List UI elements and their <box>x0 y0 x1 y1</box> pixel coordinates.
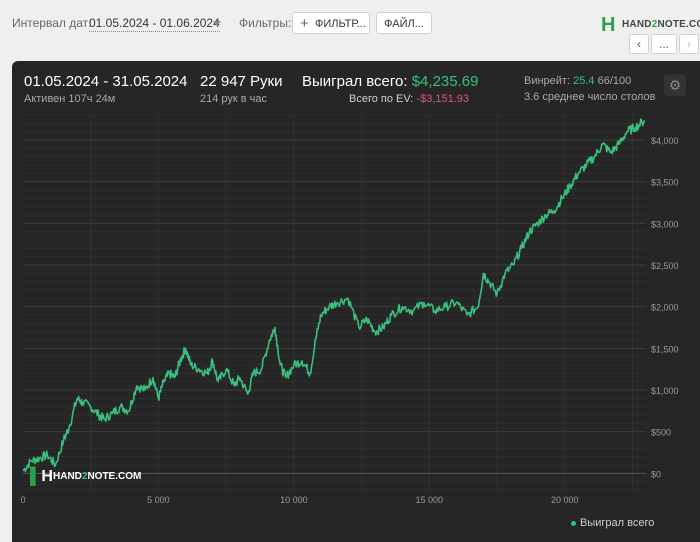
date-range-picker[interactable]: 01.05.2024 - 01.06.2024 <box>89 16 220 32</box>
watermark-text: HAND2NOTE.COM <box>53 471 142 482</box>
profit-chart: $0 $500 $1,000 $1,500 $2,000 $2,500 $3,000 $3,5… <box>20 114 679 505</box>
active-time: Активен 107ч 24м <box>24 93 116 105</box>
y-tick-label: $1,000 <box>651 386 679 396</box>
hands-per-hour: 214 рук в час <box>200 93 268 105</box>
hands-count: 22 947 Руки <box>200 73 283 90</box>
more-label: ... <box>658 37 669 51</box>
filters-label: Фильтры: <box>239 16 292 30</box>
avg-tables: 3.6 среднее число столов <box>524 91 656 103</box>
chevron-left-icon: ‹ <box>637 37 641 51</box>
chart-legend: Выиграл всего <box>571 517 654 529</box>
files-button[interactable]: ФАЙЛ... <box>376 12 432 34</box>
x-tick-label: 20 000 <box>551 495 579 505</box>
y-tick-label: $2,000 <box>651 303 679 313</box>
winrate-label: Винрейт: <box>524 75 571 87</box>
legend-marker <box>571 520 576 526</box>
won-total-label: Выиграл всего: <box>302 73 408 90</box>
winrate: Винрейт: 25.4 66/100 <box>524 75 631 87</box>
x-tick-label: 0 <box>20 495 25 505</box>
x-tick-label: 15 000 <box>416 495 444 505</box>
next-button[interactable]: › <box>679 34 699 54</box>
logo-text: HAND2NOTE.COM <box>622 19 700 30</box>
prev-button[interactable]: ‹ <box>629 34 649 54</box>
y-tick-label: $4,000 <box>651 136 679 146</box>
date-range-label: Интервал дат: <box>12 16 92 30</box>
gear-icon[interactable]: ⚙ <box>664 74 686 96</box>
plus-icon: + <box>300 15 309 32</box>
chevron-right-icon: › <box>687 37 691 51</box>
y-tick-label: $3,500 <box>651 178 679 188</box>
winrate-suffix: 66/100 <box>597 75 632 87</box>
legend-series-label: Выиграл всего <box>580 517 655 529</box>
won-total-value: $4,235.69 <box>411 73 479 90</box>
logo: H HAND2NOTE.COM <box>601 14 700 36</box>
winrate-value: 25.4 <box>573 75 595 87</box>
won-total: Выиграл всего: $4,235.69 <box>302 73 478 90</box>
y-tick-label: $2,500 <box>651 261 679 271</box>
more-button[interactable]: ... <box>651 34 677 54</box>
period-title: 01.05.2024 - 31.05.2024 <box>24 73 188 90</box>
y-tick-label: $1,500 <box>651 344 679 354</box>
chevron-down-icon[interactable] <box>213 21 221 26</box>
y-tick-label: $0 <box>651 469 661 479</box>
filter-button-label: ФИЛЬТР... <box>315 18 366 30</box>
y-tick-label: $500 <box>651 428 671 438</box>
ev-total-label: Всего по EV: <box>349 93 414 105</box>
toolbar: Интервал дат: 01.05.2024 - 01.06.2024 Фи… <box>0 0 700 58</box>
ev-total: Всего по EV: -$3,151.93 <box>349 93 469 105</box>
files-button-label: ФАЙЛ... <box>384 18 424 30</box>
logo-h-icon: H <box>601 14 616 36</box>
x-tick-label: 5 000 <box>147 495 170 505</box>
ev-total-value: -$3,151.93 <box>416 93 470 105</box>
x-tick-label: 10 000 <box>280 495 308 505</box>
series-line-won-total <box>22 118 646 473</box>
y-tick-label: $3,000 <box>651 219 679 229</box>
watermark-h-icon: ▌H <box>30 468 53 485</box>
filter-button[interactable]: + ФИЛЬТР... <box>292 12 370 34</box>
